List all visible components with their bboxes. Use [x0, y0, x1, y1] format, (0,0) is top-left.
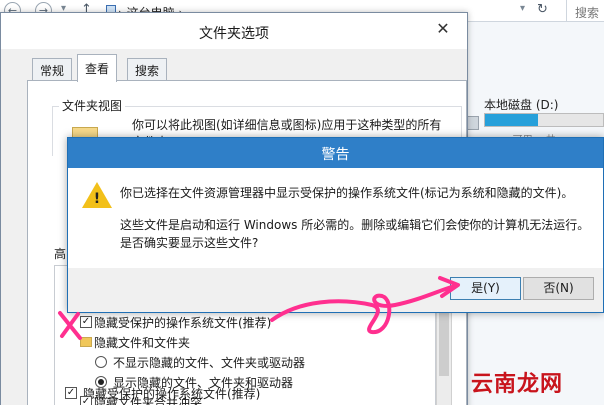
- radio-button-selected[interactable]: [95, 376, 107, 388]
- warning-body: ! 你已选择在文件资源管理器中显示受保护的操作系统文件(标记为系统和隐藏的文件)…: [68, 168, 603, 268]
- warning-message-line1: 你已选择在文件资源管理器中显示受保护的操作系统文件(标记为系统和隐藏的文件)。: [120, 186, 574, 200]
- path-dropdown-icon[interactable]: ▾: [520, 3, 525, 14]
- tab-general[interactable]: 常规: [32, 58, 73, 81]
- list-item-label: 隐藏文件和文件夹: [94, 336, 191, 350]
- tab-search[interactable]: 搜索: [127, 58, 168, 81]
- drive-usage-fill: [485, 114, 539, 126]
- watermark: 云南龙网: [471, 371, 564, 397]
- checkbox[interactable]: ✓: [80, 316, 92, 328]
- yes-button[interactable]: 是(Y): [450, 277, 521, 300]
- radio-button[interactable]: [95, 356, 107, 368]
- folder-view-group-title: 文件夹视图: [59, 97, 126, 114]
- dialog-title: 文件夹选项: [199, 26, 269, 42]
- drive-usage-bar: [484, 113, 604, 127]
- warning-titlebar: 警告: [68, 138, 603, 168]
- warning-exclamation: !: [93, 191, 101, 207]
- refresh-icon[interactable]: ↻: [537, 2, 548, 17]
- warning-message-line3: 是否确实要显示这些文件?: [120, 236, 259, 250]
- scrollbar-thumb[interactable]: [439, 306, 449, 376]
- dialog-titlebar: 文件夹选项 ✕: [1, 13, 467, 49]
- list-item-label: 隐藏文件夹合并冲突: [94, 396, 203, 405]
- no-button[interactable]: 否(N): [523, 277, 594, 300]
- close-icon[interactable]: ✕: [425, 17, 461, 41]
- drive-label[interactable]: 本地磁盘 (D:): [484, 96, 558, 113]
- warning-message-line2: 这些文件是启动和运行 Windows 所必需的。删除或编辑它们会使你的计算机无法…: [120, 218, 590, 232]
- folder-icon: [80, 337, 92, 347]
- list-item-label: 隐藏受保护的操作系统文件(推荐): [94, 316, 272, 330]
- warning-dialog: 警告 ! 你已选择在文件资源管理器中显示受保护的操作系统文件(标记为系统和隐藏的…: [67, 137, 604, 313]
- search-input[interactable]: 搜索: [566, 0, 604, 22]
- advanced-settings-label: 高: [54, 247, 67, 261]
- tab-view[interactable]: 查看: [77, 54, 118, 82]
- warning-title: 警告: [321, 147, 350, 163]
- list-item-label: 显示隐藏的文件、文件夹和驱动器: [113, 376, 294, 390]
- checkbox[interactable]: ✓: [65, 387, 77, 399]
- checkbox[interactable]: ✓: [80, 396, 92, 405]
- list-item-label: 不显示隐藏的文件、文件夹或驱动器: [113, 356, 306, 370]
